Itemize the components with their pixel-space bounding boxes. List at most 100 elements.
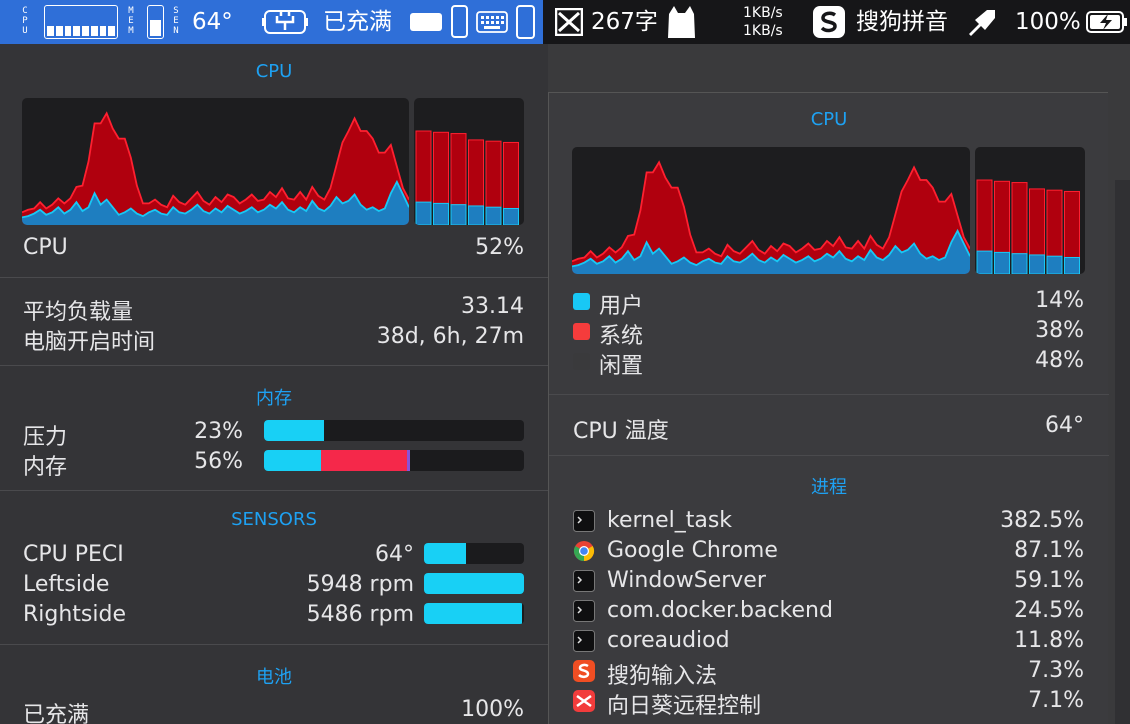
uptime-label: 电脑开启时间 <box>23 330 156 355</box>
menubar-battery-percent[interactable]: 100% <box>1015 0 1081 44</box>
core-user-bar <box>468 205 484 225</box>
process-cpu-value: 24.5% <box>1014 598 1084 623</box>
terminal-icon <box>573 600 595 622</box>
memory-usage-bar <box>264 450 524 471</box>
divider <box>0 644 548 645</box>
process-cpu-value: 87.1% <box>1014 538 1084 563</box>
core-user-bar <box>1046 255 1063 274</box>
app-z-icon[interactable] <box>554 7 584 37</box>
process-name[interactable]: Google Chrome <box>607 538 778 563</box>
process-name[interactable]: kernel_task <box>607 508 732 533</box>
cat-icon[interactable] <box>664 4 698 40</box>
memory-usage-label: 内存 <box>23 455 68 480</box>
core-system-bar <box>415 130 432 203</box>
uptime-value: 38d, 6h, 27m <box>376 324 524 349</box>
core-system-bar <box>1046 189 1063 257</box>
cpu-mini-bar <box>55 26 63 36</box>
process-name[interactable]: 搜狗输入法 <box>607 658 717 690</box>
process-name[interactable]: 向日葵远程控制 <box>607 688 761 720</box>
sogou-icon <box>573 660 595 682</box>
legend-swatch <box>573 293 590 310</box>
sensor-label: CPU PECI <box>23 542 124 567</box>
cpu-mini-graph[interactable] <box>44 5 118 39</box>
process-name[interactable]: com.docker.backend <box>607 598 833 623</box>
memory-pressure-bar <box>264 420 524 441</box>
power-adapter-icon[interactable] <box>262 8 308 36</box>
stats-left-panel: CPU CPU 52% 平均负载量 33.14 电脑开启时间 38d, 6h, … <box>0 44 548 724</box>
sensors-section-title: SENSORS <box>231 509 317 530</box>
core-user-bar <box>976 250 993 274</box>
core-user-bar <box>450 204 467 225</box>
cpu-usage-value: 52% <box>475 235 524 260</box>
divider <box>0 490 548 491</box>
cpu-mini-bar <box>108 26 115 36</box>
sensor-bar <box>424 603 524 624</box>
legend-value: 48% <box>1035 348 1084 373</box>
core-system-bar <box>1064 190 1080 258</box>
load-average-value: 33.14 <box>461 294 524 319</box>
menubar-temp[interactable]: 64° <box>192 0 233 44</box>
display-icon[interactable] <box>410 13 442 31</box>
cpu-mini-bar <box>64 26 72 36</box>
sensor-label: Leftside <box>23 572 110 597</box>
core-system-bar <box>468 139 484 207</box>
battery-status-label: 已充满 <box>23 703 90 724</box>
sen-vertical-label: SEN <box>173 6 179 36</box>
cpu-detail-core-bars <box>975 147 1085 274</box>
cpu-mini-bar <box>99 26 107 36</box>
sensor-bar-fill <box>424 543 466 564</box>
menubar-ime-name[interactable]: 搜狗拼音 <box>856 0 948 44</box>
memory-pressure-bar-fill <box>264 420 324 441</box>
process-cpu-value: 7.3% <box>1028 658 1084 683</box>
legend-value: 38% <box>1035 318 1084 343</box>
cpu-core-bars <box>414 98 524 225</box>
core-user-bar <box>1064 256 1080 274</box>
process-name[interactable]: coreaudiod <box>607 628 730 653</box>
sunflower-icon <box>573 690 595 712</box>
cpu-area-chart <box>22 111 409 225</box>
divider <box>549 394 1109 395</box>
phone-outline-icon[interactable] <box>516 5 535 39</box>
process-name[interactable]: WindowServer <box>607 568 766 593</box>
core-user-bar <box>485 206 502 225</box>
menubar-word-count[interactable]: 267字 <box>591 0 658 44</box>
sensor-bar <box>424 573 524 594</box>
core-system-bar <box>503 141 519 209</box>
process-cpu-value: 11.8% <box>1014 628 1084 653</box>
phone-icon[interactable] <box>451 5 468 38</box>
cpu-detail-popup: CPU 用户 14% 系统 38% 闲置 48% CPU 温度 64° 进程 kernel… <box>548 92 1109 724</box>
core-user-bar <box>994 251 1010 274</box>
cpu-history-graph <box>22 98 409 225</box>
terminal-icon <box>573 510 595 532</box>
core-user-bar <box>433 202 449 225</box>
process-cpu-value: 59.1% <box>1014 568 1084 593</box>
battery-charging-icon[interactable] <box>1086 11 1128 33</box>
core-system-bar <box>994 180 1010 253</box>
process-cpu-value: 382.5% <box>1000 508 1084 533</box>
menubar-charge-status[interactable]: 已充满 <box>323 0 392 44</box>
sensor-label: Rightside <box>23 602 127 627</box>
core-system-bar <box>450 133 467 206</box>
divider <box>0 365 548 366</box>
memory-pressure-value: 23% <box>194 419 243 444</box>
legend-swatch <box>573 353 590 370</box>
load-average-label: 平均负载量 <box>23 300 134 325</box>
divider <box>0 277 548 278</box>
cpu-usage-label: CPU <box>23 235 68 260</box>
keyboard-icon[interactable] <box>476 11 508 33</box>
sogou-ime-icon[interactable] <box>813 6 845 38</box>
memory-usage-segment <box>321 450 407 471</box>
mem-vertical-label: MEM <box>128 6 134 36</box>
net-down-speed[interactable]: 1KB/s <box>743 23 783 39</box>
background-window-edge <box>1115 180 1130 724</box>
arrow-switch-icon[interactable] <box>965 6 999 38</box>
cpu-mini-bar <box>47 26 54 36</box>
memory-usage-value: 56% <box>194 449 243 474</box>
core-system-bar <box>976 179 993 252</box>
net-up-speed[interactable]: 1KB/s <box>743 5 783 21</box>
legend-value: 14% <box>1035 288 1084 313</box>
core-system-bar <box>1011 182 1028 255</box>
mem-mini-graph[interactable] <box>147 5 164 39</box>
core-user-bar <box>1029 254 1045 274</box>
cpu-mini-bar <box>73 26 80 36</box>
